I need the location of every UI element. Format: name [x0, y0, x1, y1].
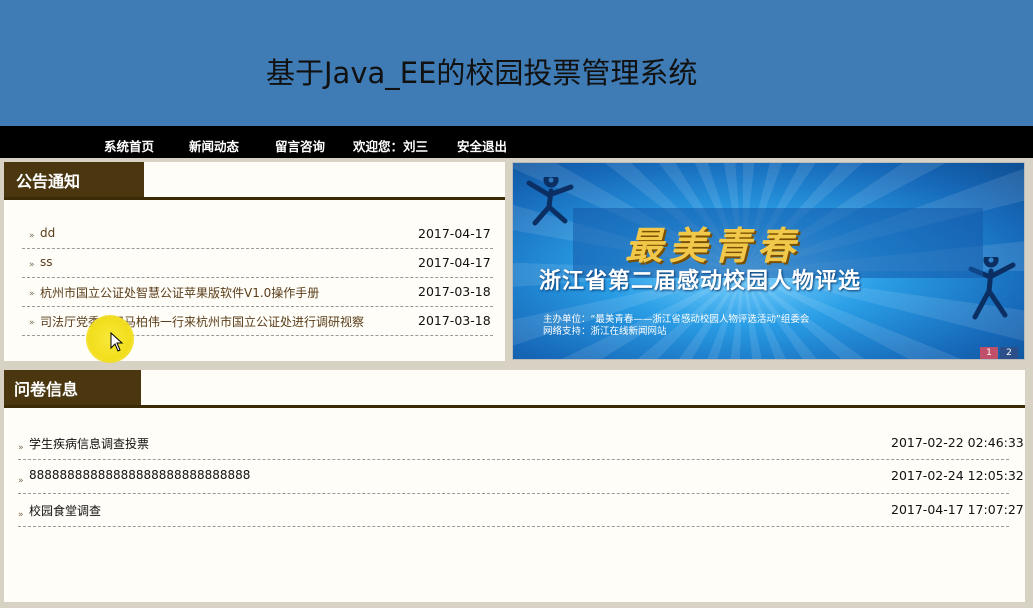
nav-logout[interactable]: 安全退出 [457, 136, 507, 155]
mouse-cursor-icon [110, 332, 124, 352]
survey-panel: 问卷信息 » 学生疾病信息调查投票 2017-02-22 02:46:33 » … [4, 370, 1025, 602]
survey-row: » 学生疾病信息调查投票 2017-02-22 02:46:33 [18, 428, 1024, 460]
survey-date: 2017-02-22 02:46:33 [891, 435, 1024, 450]
notice-row: » ss 2017-04-17 [22, 249, 493, 278]
banner-slideshow[interactable]: 最美青春 浙江省第二届感动校园人物评选 主办单位：“最美青春——浙江省感动校园人… [512, 162, 1025, 360]
survey-panel-header: 问卷信息 [4, 370, 1025, 408]
survey-link[interactable]: 88888888888888888888888888888 [29, 468, 250, 482]
site-title: 基于Java_EE的校园投票管理系统 [266, 56, 698, 90]
main-nav: 系统首页 新闻动态 留言咨询 欢迎您：刘三 安全退出 [0, 126, 1033, 158]
banner-page-2-button[interactable]: 2 [1000, 347, 1018, 359]
banner-page-1-button[interactable]: 1 [980, 347, 998, 359]
notice-date: 2017-04-17 [418, 255, 491, 270]
jumping-figure-icon [526, 177, 574, 226]
nav-messages[interactable]: 留言咨询 [275, 136, 325, 155]
bullet-icon: » [18, 510, 23, 520]
nav-news[interactable]: 新闻动态 [189, 136, 239, 155]
banner-heading: 最美青春 [625, 223, 802, 268]
bullet-icon: » [29, 231, 34, 241]
nav-home[interactable]: 系统首页 [104, 136, 154, 155]
survey-panel-title: 问卷信息 [4, 370, 141, 406]
banner-subtitle: 浙江省第二届感动校园人物评选 [539, 269, 862, 294]
notice-panel-header: 公告通知 [4, 162, 505, 200]
notice-row: » 杭州市国立公证处智慧公证苹果版软件V1.0操作手册 2017-03-18 [22, 278, 493, 307]
survey-row: » 88888888888888888888888888888 2017-02-… [18, 460, 1024, 494]
banner-support: 网络支持：浙江在线新闻网站 [543, 326, 667, 337]
divider [4, 405, 1025, 408]
bullet-icon: » [29, 318, 34, 328]
notice-date: 2017-03-18 [418, 313, 491, 328]
bullet-icon: » [18, 476, 23, 486]
notice-date: 2017-04-17 [418, 226, 491, 241]
survey-row: » 校园食堂调查 2017-04-17 17:07:27 [18, 494, 1024, 527]
survey-link[interactable]: 学生疾病信息调查投票 [29, 435, 149, 452]
bullet-icon: » [29, 260, 34, 270]
site-header: 基于Java_EE的校园投票管理系统 [0, 0, 1033, 126]
notice-link[interactable]: dd [40, 226, 55, 240]
notice-link[interactable]: ss [40, 255, 53, 269]
nav-welcome-user: 欢迎您：刘三 [353, 139, 429, 154]
divider [4, 197, 505, 200]
notice-panel: 公告通知 » dd 2017-04-17 » ss 2017-04-17 » 杭… [4, 162, 505, 361]
notice-row: » dd 2017-04-17 [22, 220, 493, 249]
notice-date: 2017-03-18 [418, 284, 491, 299]
survey-date: 2017-02-24 12:05:32 [891, 468, 1024, 483]
bullet-icon: » [29, 289, 34, 299]
bullet-icon: » [18, 443, 23, 453]
survey-date: 2017-04-17 17:07:27 [891, 502, 1024, 517]
notice-link[interactable]: 杭州市国立公证处智慧公证苹果版软件V1.0操作手册 [40, 284, 319, 301]
survey-link[interactable]: 校园食堂调查 [29, 502, 101, 519]
notice-panel-title: 公告通知 [4, 162, 144, 198]
